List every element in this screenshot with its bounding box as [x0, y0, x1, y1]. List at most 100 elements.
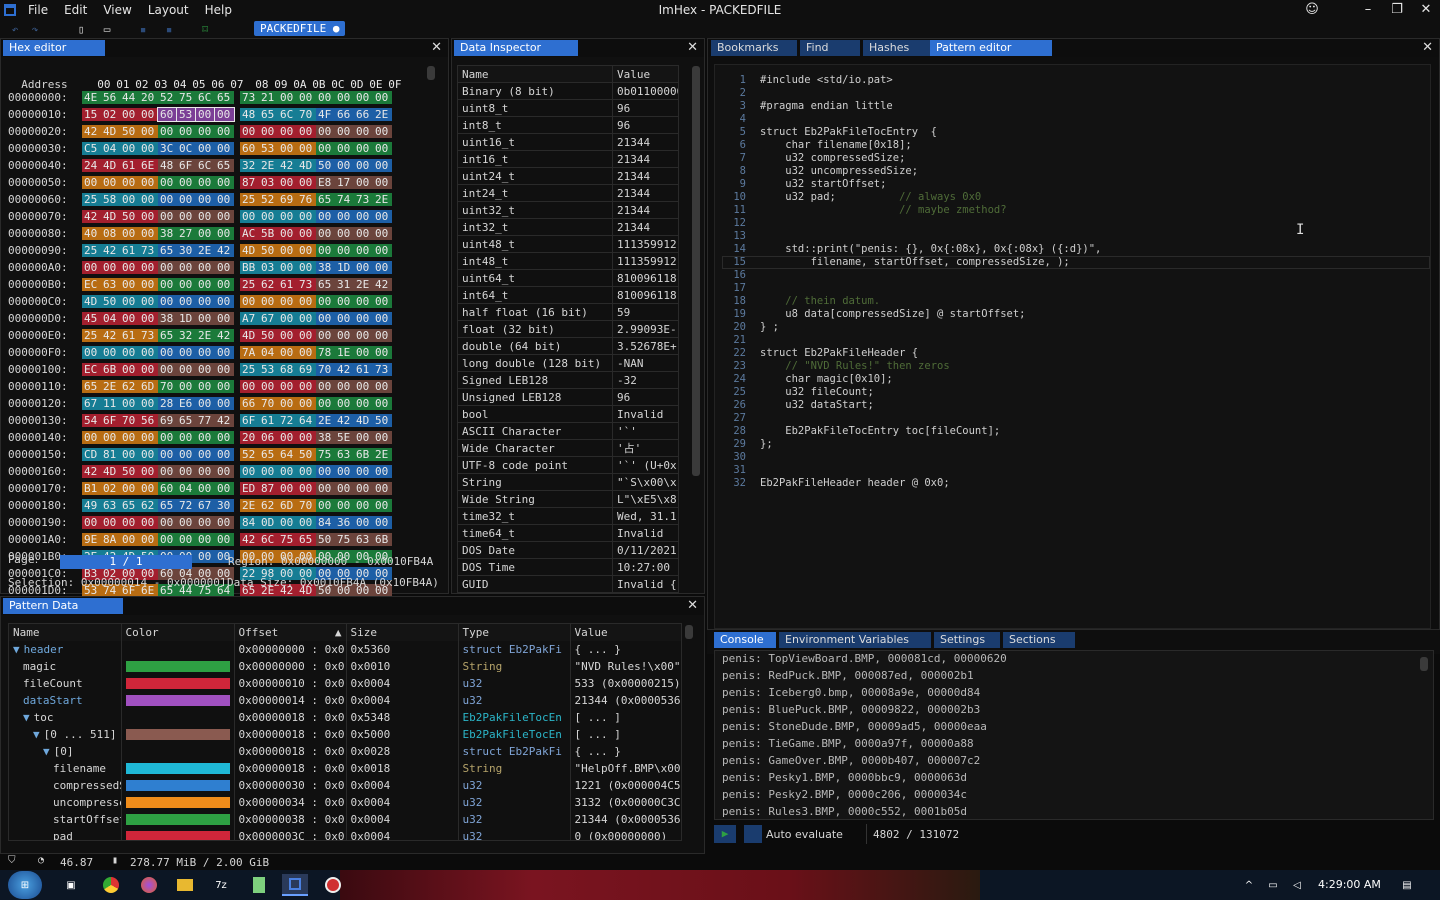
- hex-byte[interactable]: 75: [335, 533, 354, 546]
- code-line[interactable]: 15 filename, startOffset, compressedSize…: [720, 256, 1069, 269]
- hex-byte[interactable]: 00: [196, 278, 215, 291]
- tab-data-inspector[interactable]: Data Inspector: [454, 40, 578, 56]
- menu-view[interactable]: View: [95, 0, 139, 20]
- hex-byte[interactable]: 87: [240, 176, 259, 189]
- hex-row[interactable]: 00000040: 24 4D 61 6E 48 6F 6C 65 32 2E 42 4D 50 00 00 0…: [8, 157, 392, 174]
- close-window-button[interactable]: ✕: [1412, 0, 1440, 20]
- chrome-icon[interactable]: [98, 874, 124, 896]
- hex-byte[interactable]: 42: [101, 244, 120, 257]
- hex-byte[interactable]: 61: [120, 244, 139, 257]
- hex-byte[interactable]: 60: [157, 107, 178, 122]
- hex-byte[interactable]: 20: [240, 431, 259, 444]
- hex-byte[interactable]: 77: [196, 414, 215, 427]
- hex-byte[interactable]: 00: [158, 278, 177, 291]
- hex-byte[interactable]: 00: [354, 227, 373, 240]
- hex-byte[interactable]: 00: [120, 431, 139, 444]
- hex-byte[interactable]: 38: [158, 312, 177, 325]
- firefox-icon[interactable]: [136, 874, 162, 896]
- hex-byte[interactable]: 00: [158, 533, 177, 546]
- hex-byte[interactable]: 58: [101, 193, 120, 206]
- inspector-value[interactable]: '`': [612, 422, 679, 440]
- hex-byte[interactable]: 25: [240, 278, 259, 291]
- hex-byte[interactable]: 48: [158, 159, 177, 172]
- hex-byte[interactable]: 65: [120, 499, 139, 512]
- hex-byte[interactable]: 00: [278, 397, 297, 410]
- data-inspector-row[interactable]: uint16_t 21344: [457, 133, 679, 151]
- hex-byte[interactable]: 00: [196, 125, 215, 138]
- notepadpp-icon[interactable]: [246, 874, 272, 896]
- hex-byte[interactable]: 00: [373, 499, 392, 512]
- hex-byte[interactable]: 00: [139, 295, 158, 308]
- hex-byte[interactable]: 00: [316, 244, 335, 257]
- hex-byte[interactable]: 66: [335, 108, 354, 121]
- hex-byte[interactable]: 00: [373, 516, 392, 529]
- hex-byte[interactable]: 00: [278, 176, 297, 189]
- hex-byte[interactable]: 00: [196, 363, 215, 376]
- data-inspector-row[interactable]: time32_t Wed, 31.1: [457, 507, 679, 525]
- hex-byte[interactable]: 00: [196, 210, 215, 223]
- hex-byte[interactable]: 2E: [354, 278, 373, 291]
- code-line[interactable]: 6 char filename[0x18];: [720, 139, 912, 152]
- hex-byte[interactable]: 03: [259, 261, 278, 274]
- taskbar-clock[interactable]: 4:29:00 AM: [1318, 878, 1381, 891]
- hex-byte[interactable]: 00: [120, 193, 139, 206]
- color-column-header[interactable]: Color: [121, 624, 235, 641]
- hex-byte[interactable]: 65: [158, 244, 177, 257]
- hex-byte[interactable]: 84: [316, 516, 335, 529]
- hex-byte[interactable]: 00: [354, 244, 373, 257]
- hex-byte[interactable]: 00: [354, 482, 373, 495]
- hex-byte[interactable]: 72: [177, 499, 196, 512]
- data-inspector-scrollbar[interactable]: [692, 66, 700, 476]
- close-data-inspector-icon[interactable]: ✕: [687, 39, 698, 57]
- hex-byte[interactable]: 1D: [177, 312, 196, 325]
- hex-byte[interactable]: 11: [101, 397, 120, 410]
- hex-byte[interactable]: 68: [278, 363, 297, 376]
- hex-byte[interactable]: 52: [259, 193, 278, 206]
- open-file-icon[interactable]: ▭: [100, 22, 114, 36]
- code-line[interactable]: 11 // maybe zmethod?: [720, 204, 1006, 217]
- redo-icon[interactable]: ↷: [28, 22, 42, 36]
- hex-byte[interactable]: 00: [215, 380, 234, 393]
- hex-byte[interactable]: 08: [101, 227, 120, 240]
- data-inspector-row[interactable]: Wide String L"\xE5\x8: [457, 490, 679, 508]
- hex-byte[interactable]: 00: [120, 312, 139, 325]
- hex-byte[interactable]: BB: [240, 261, 259, 274]
- hex-byte[interactable]: 00: [316, 465, 335, 478]
- data-inspector-row[interactable]: Signed LEB128 -32: [457, 371, 679, 389]
- hex-byte[interactable]: 50: [373, 414, 392, 427]
- hex-byte[interactable]: 00: [215, 346, 234, 359]
- hex-byte[interactable]: 00: [354, 465, 373, 478]
- data-inspector-row[interactable]: GUID Invalid {: [457, 575, 679, 593]
- hex-byte[interactable]: 00: [158, 295, 177, 308]
- hex-byte[interactable]: 61: [120, 329, 139, 342]
- close-right-panel-icon[interactable]: ✕: [1422, 39, 1433, 57]
- code-line[interactable]: 4: [720, 113, 760, 126]
- hex-byte[interactable]: 73: [354, 193, 373, 206]
- hex-byte[interactable]: 81: [101, 448, 120, 461]
- hex-byte[interactable]: 63: [335, 448, 354, 461]
- hex-byte[interactable]: 00: [259, 210, 278, 223]
- hex-byte[interactable]: 00: [240, 295, 259, 308]
- hex-byte[interactable]: E8: [316, 176, 335, 189]
- hex-byte[interactable]: 15: [82, 108, 101, 121]
- hex-row[interactable]: 00000080: 40 08 00 00 38 27 00 00 AC 5B 00 00 00 00 00 0…: [8, 225, 392, 242]
- hex-byte[interactable]: 7A: [240, 346, 259, 359]
- hex-byte[interactable]: 6B: [354, 448, 373, 461]
- hex-byte[interactable]: 00: [101, 346, 120, 359]
- hex-byte[interactable]: 00: [158, 346, 177, 359]
- hex-byte[interactable]: 00: [139, 516, 158, 529]
- inspector-value[interactable]: 111359912: [612, 235, 679, 253]
- data-inspector-row[interactable]: int24_t 21344: [457, 184, 679, 202]
- hex-byte[interactable]: 00: [82, 431, 101, 444]
- hex-byte[interactable]: 00: [297, 125, 316, 138]
- hex-byte[interactable]: 25: [82, 193, 101, 206]
- pattern-data-row[interactable]: ▼ [0 ... 511] 0x00000018 : 0x0 0x5000 Eb2Pak…: [9, 726, 681, 743]
- code-line[interactable]: 24 char magic[0x10];: [720, 373, 892, 386]
- hex-byte[interactable]: 56: [139, 414, 158, 427]
- hex-byte[interactable]: 02: [101, 482, 120, 495]
- hex-byte[interactable]: 66: [354, 108, 373, 121]
- hex-byte[interactable]: 04: [101, 312, 120, 325]
- hex-byte[interactable]: 00: [354, 125, 373, 138]
- hex-byte[interactable]: 2E: [373, 448, 392, 461]
- data-inspector-row[interactable]: Unsigned LEB128 96: [457, 388, 679, 406]
